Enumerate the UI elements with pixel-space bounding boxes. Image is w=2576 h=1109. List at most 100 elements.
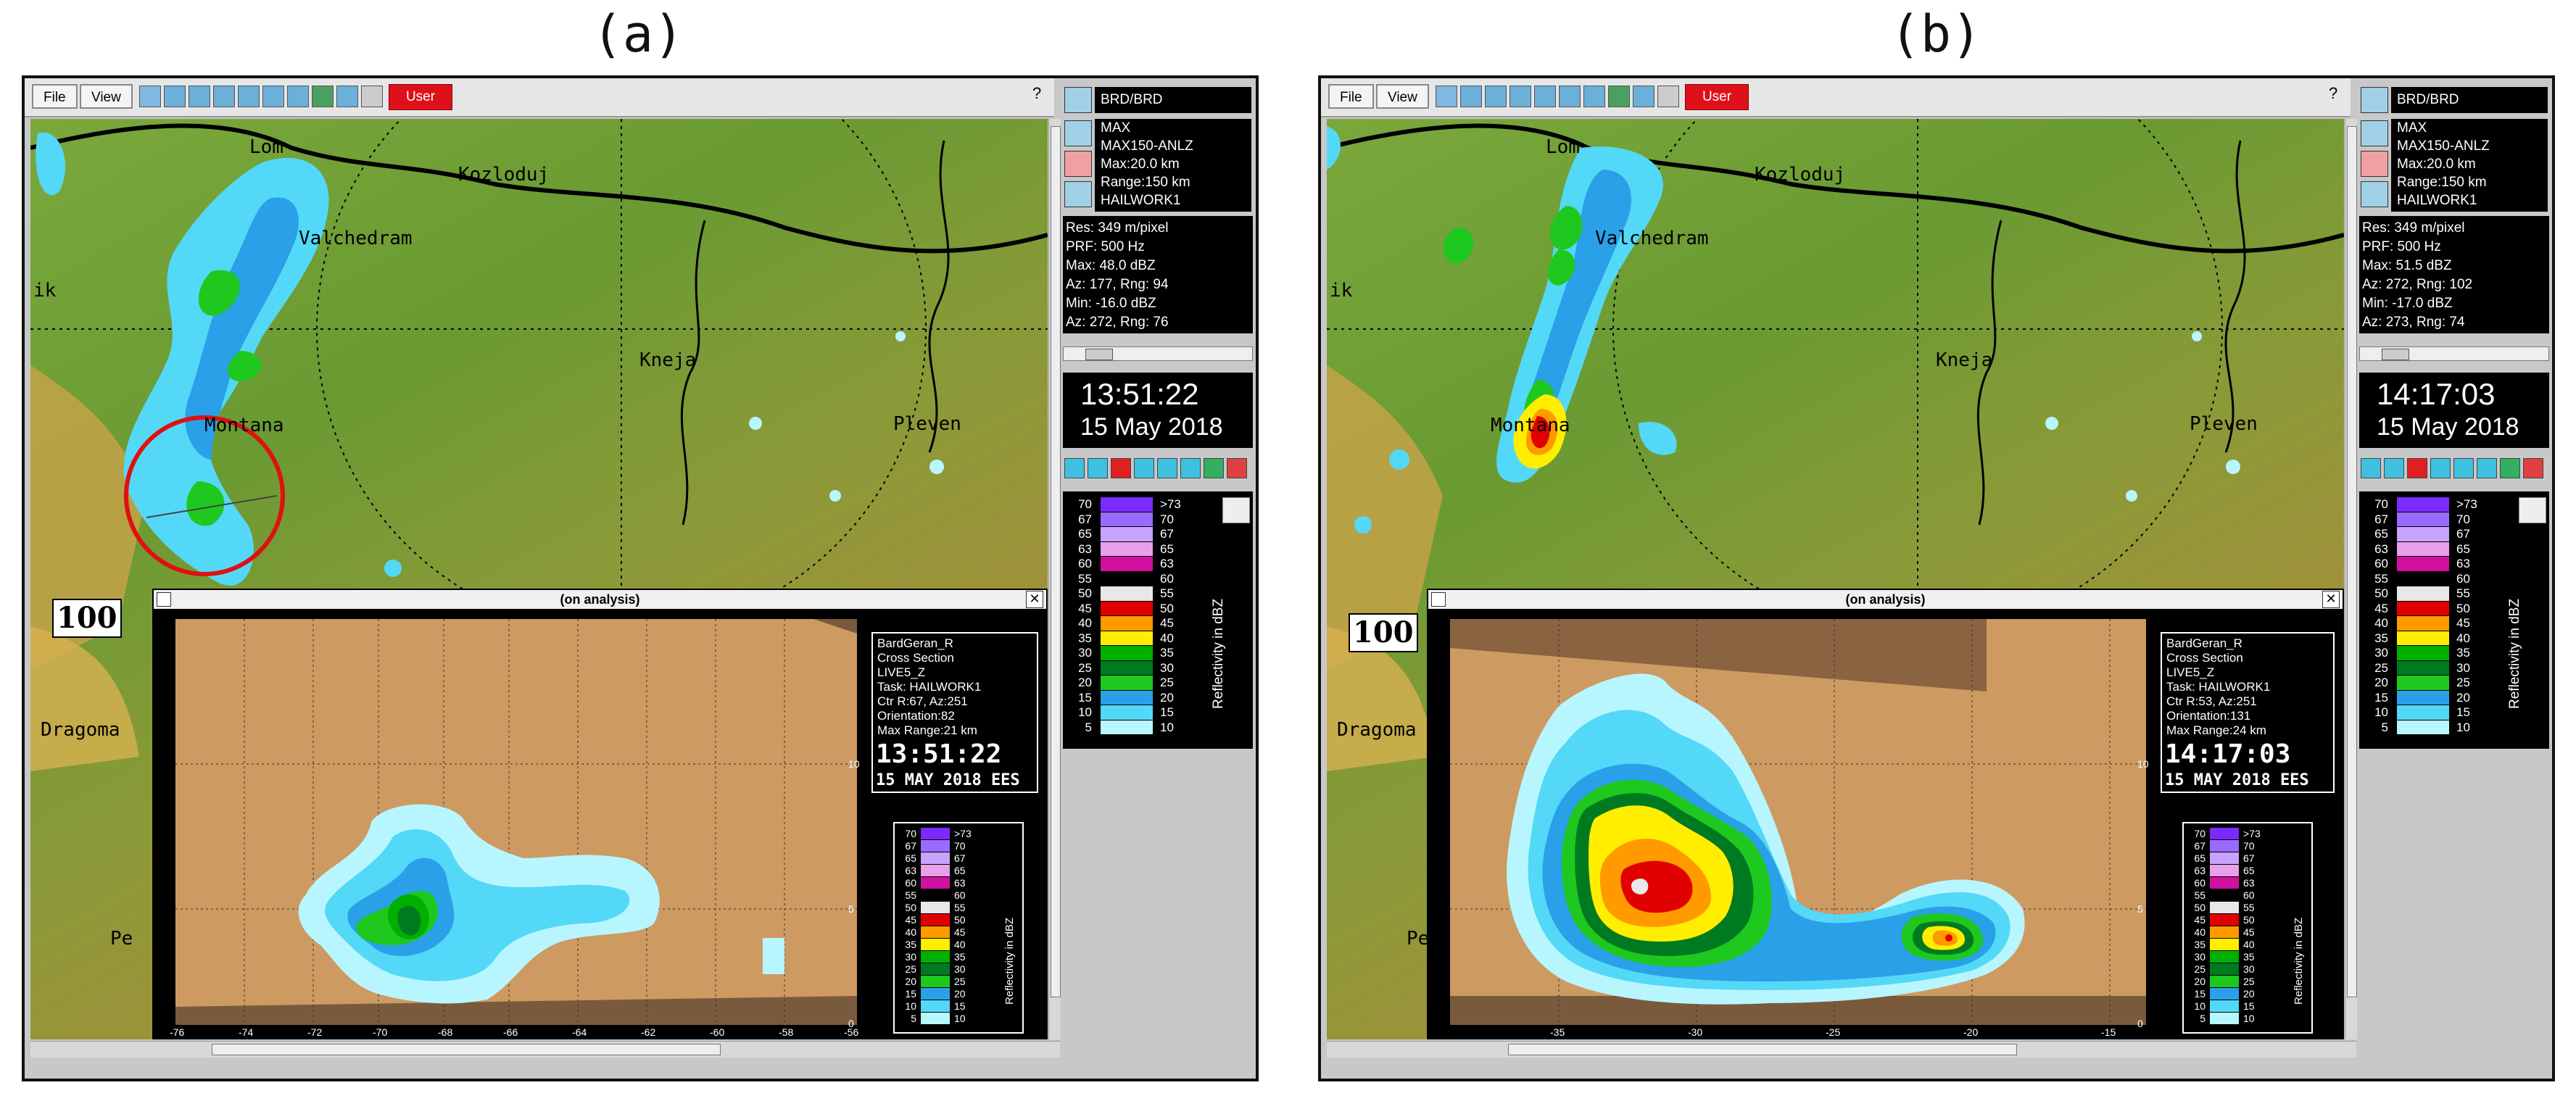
palette-tool-icon[interactable]	[139, 86, 161, 107]
layers-tool-icon[interactable]	[312, 86, 334, 107]
popup-menu-button[interactable]	[157, 592, 171, 607]
hail-icon[interactable]	[1064, 151, 1092, 177]
map-label-valchedram: Valchedram	[299, 228, 413, 249]
time-slider-thumb[interactable]	[2382, 349, 2409, 360]
stat-line: Az: 272, Rng: 76	[1066, 315, 1169, 330]
radar-map-view[interactable]: Lom Kozloduj Valchedram Kneja Montana Pl…	[30, 119, 1048, 1039]
radar-map-view[interactable]: Lom Kozloduj Valchedram Kneja Montana Pl…	[1327, 119, 2344, 1039]
legend-lower-value: 10	[2374, 705, 2388, 719]
pan-tool-icon[interactable]	[213, 86, 235, 107]
info-time: 14:17:03	[2165, 739, 2291, 769]
cross-section-tool-icon[interactable]	[1583, 86, 1605, 107]
file-menu-button[interactable]: File	[1328, 84, 1374, 109]
popup-close-button[interactable]: ✕	[2322, 591, 2340, 608]
ruler-tool-icon[interactable]	[238, 86, 260, 107]
legend-settings-icon[interactable]	[1222, 497, 1250, 523]
clock-icon[interactable]	[1064, 181, 1092, 207]
legend-upper-value: 15	[2456, 705, 2470, 719]
horizontal-scrollbar[interactable]	[1327, 1041, 2356, 1058]
export-button[interactable]	[2500, 458, 2520, 478]
horizontal-scroll-thumb[interactable]	[212, 1044, 721, 1055]
file-menu-button[interactable]: File	[32, 84, 78, 109]
stat-line: Res: 349 m/pixel	[2362, 220, 2465, 236]
step-back-button[interactable]	[1134, 458, 1154, 478]
step-forward-button[interactable]	[2453, 458, 2474, 478]
vertical-scrollbar[interactable]	[2345, 119, 2357, 1039]
step-forward-button[interactable]	[1157, 458, 1177, 478]
play-button[interactable]	[2384, 458, 2404, 478]
legend-upper-value: 45	[2243, 926, 2255, 938]
time-slider[interactable]	[1063, 346, 1253, 361]
pan-tool-icon[interactable]	[1509, 86, 1531, 107]
legend-upper-value: 20	[2243, 988, 2255, 1000]
grid-tool-icon[interactable]	[1633, 86, 1654, 107]
grid-tool-icon[interactable]	[336, 86, 358, 107]
measure-tool-icon[interactable]	[1559, 86, 1581, 107]
horizontal-scrollbar[interactable]	[30, 1041, 1060, 1058]
loop-button[interactable]	[2477, 458, 2497, 478]
stop-button[interactable]	[1111, 458, 1131, 478]
plot-x-tick: -58	[779, 1026, 794, 1038]
map-label-partial-ik: ik	[33, 280, 57, 302]
side-panel: BRD/BRD MAX MAX150-ANLZ Max:20.0 km Rang…	[2359, 78, 2552, 1079]
legend-lower-value: 30	[2194, 951, 2206, 963]
horizontal-scroll-thumb[interactable]	[1508, 1044, 2017, 1055]
view-menu-button[interactable]: View	[80, 84, 133, 109]
palette-tool-icon[interactable]	[1436, 86, 1457, 107]
export-button[interactable]	[1204, 458, 1224, 478]
plot-y-tick-5: 5	[2137, 903, 2143, 915]
legend-lower-value: 67	[2194, 840, 2206, 852]
legend-lower-value: 35	[1078, 631, 1092, 645]
measure-tool-icon[interactable]	[262, 86, 284, 107]
crosshair-tool-icon[interactable]	[1460, 86, 1482, 107]
legend-upper-value: 25	[954, 976, 966, 987]
cross-section-tool-icon[interactable]	[287, 86, 309, 107]
legend-lower-value: 60	[2374, 557, 2388, 570]
view-menu-button[interactable]: View	[1376, 84, 1429, 109]
rewind-button[interactable]	[1064, 458, 1085, 478]
zoom-tool-icon[interactable]	[1485, 86, 1507, 107]
clock-icon[interactable]	[2361, 181, 2388, 207]
record-button[interactable]	[1227, 458, 1247, 478]
popup-close-button[interactable]: ✕	[1026, 591, 1043, 608]
product-line: Range:150 km	[2397, 175, 2487, 190]
legend-upper-value: 65	[2456, 541, 2470, 556]
zoom-tool-icon[interactable]	[189, 86, 210, 107]
record-button[interactable]	[2523, 458, 2543, 478]
product-icon[interactable]	[1064, 120, 1092, 146]
vertical-scroll-thumb[interactable]	[2347, 126, 2357, 997]
product-icon[interactable]	[2361, 120, 2388, 146]
user-button[interactable]: User	[1685, 84, 1749, 110]
stats-box: Res: 349 m/pixel PRF: 500 Hz Max: 51.5 d…	[2359, 216, 2549, 333]
stop-button[interactable]	[2407, 458, 2427, 478]
user-button[interactable]: User	[389, 84, 452, 110]
site-icon[interactable]	[2361, 87, 2388, 113]
plot-x-tick: -35	[1550, 1026, 1565, 1038]
legend-upper-value: 40	[2243, 939, 2255, 950]
time-slider-thumb[interactable]	[1085, 349, 1113, 360]
time-slider[interactable]	[2359, 346, 2549, 361]
legend-lower-value: 40	[2194, 926, 2206, 938]
help-button[interactable]: ?	[1032, 84, 1041, 103]
play-button[interactable]	[1088, 458, 1108, 478]
info-line: Cross Section	[2166, 651, 2243, 665]
cross-section-popup[interactable]: (on analysis) ✕	[152, 589, 1048, 1039]
legend-settings-icon[interactable]	[2519, 497, 2546, 523]
toolbar: File View User ?	[25, 78, 1054, 117]
legend-lower-value: 65	[2374, 527, 2388, 541]
vertical-scroll-thumb[interactable]	[1051, 126, 1061, 997]
hail-icon[interactable]	[2361, 151, 2388, 177]
loop-button[interactable]	[1180, 458, 1201, 478]
vertical-scrollbar[interactable]	[1048, 119, 1061, 1039]
product-line: HAILWORK1	[2397, 193, 2477, 208]
popup-menu-button[interactable]	[1431, 592, 1446, 607]
crosshair-tool-icon[interactable]	[164, 86, 186, 107]
help-button[interactable]: ?	[2329, 84, 2337, 103]
step-back-button[interactable]	[2430, 458, 2451, 478]
rewind-button[interactable]	[2361, 458, 2381, 478]
legend-lower-value: 35	[2374, 631, 2388, 645]
layers-tool-icon[interactable]	[1608, 86, 1630, 107]
site-icon[interactable]	[1064, 87, 1092, 113]
cross-section-popup[interactable]: (on analysis) ✕	[1427, 589, 2344, 1039]
ruler-tool-icon[interactable]	[1534, 86, 1556, 107]
